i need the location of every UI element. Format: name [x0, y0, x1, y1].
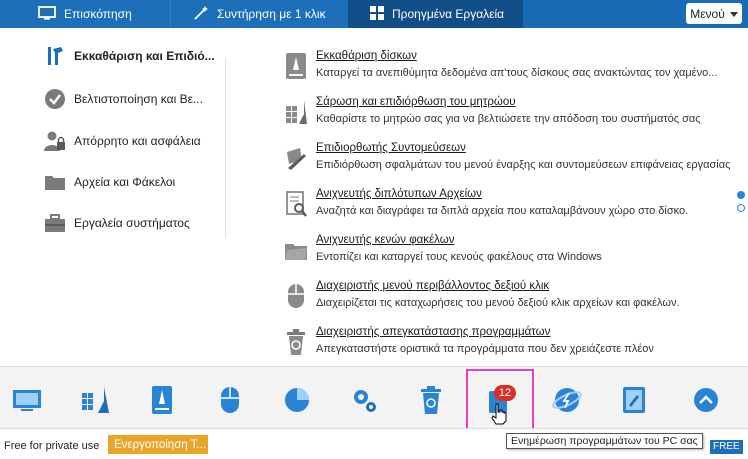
tab-advanced-tools[interactable]: Προηγμένα Εργαλεία: [348, 0, 523, 28]
tool-description: Εντοπίζει και καταργεί τους κενούς φακέλ…: [316, 251, 602, 263]
category-files-folders[interactable]: Αρχεία και Φάκελοι: [44, 170, 176, 194]
tool-title[interactable]: Σάρωση και επιδιόρθωση του μητρώου: [316, 96, 516, 108]
tab-overview-label: Επισκόπηση: [64, 7, 132, 21]
tool-description: Καταργεί τα ανεπιθύμητα δεδομένα απ'τους…: [316, 67, 718, 79]
category-privacy-label: Απόρρητο και ασφάλεια: [74, 134, 201, 148]
chevron-up-icon: [693, 387, 719, 418]
globe-icon: [552, 385, 582, 420]
privacy-icon: [44, 130, 66, 152]
category-system-label: Εργαλεία συστήματος: [74, 216, 190, 230]
update-count-badge: 12: [494, 385, 516, 401]
checkmark-icon: [44, 88, 66, 110]
dock-uninstaller[interactable]: [416, 385, 446, 420]
column-divider: [225, 58, 226, 238]
tool-description: Αναζητά και διαγράφει τα διπλά αρχεία πο…: [316, 205, 689, 217]
category-optimization[interactable]: Βελτιστοποίηση και Βε...: [44, 87, 203, 111]
pie-chart-icon: [283, 386, 311, 419]
grid-icon: [370, 5, 384, 23]
tooltip: Ενημέρωση προγραμμάτων του PC σας: [506, 433, 703, 449]
category-system-tools[interactable]: Εργαλεία συστήματος: [44, 211, 190, 235]
category-optimization-label: Βελτιστοποίηση και Βε...: [74, 92, 203, 106]
gears-icon: [349, 385, 379, 420]
cleanup-icon: [44, 45, 66, 67]
tool-title[interactable]: Διαχειριστής απεγκατάστασης προγραμμάτων: [316, 326, 550, 338]
hand-cursor-icon: [491, 403, 507, 430]
tool-description: Απεγκαταστήστε οριστικά τα προγράμματα π…: [316, 343, 654, 355]
folder-icon: [44, 171, 66, 193]
dock-settings[interactable]: [349, 387, 379, 417]
menu-button[interactable]: Μενού: [686, 3, 742, 24]
category-files-label: Αρχεία και Φάκελοι: [74, 175, 176, 189]
dock-scroll-up[interactable]: [691, 387, 721, 417]
activate-button[interactable]: Ενεργοποίηση Τ...: [108, 435, 208, 454]
tab-one-click-label: Συντήρηση με 1 κλικ: [217, 7, 326, 21]
top-bar: Επισκόπηση Συντήρηση με 1 κλικ Προηγμένα…: [0, 0, 748, 28]
pager-dot-active[interactable]: [737, 191, 745, 199]
dock-disk-analyzer[interactable]: [282, 387, 312, 417]
mouse-icon: [284, 282, 308, 310]
disk-cleanup-icon: [284, 52, 308, 80]
toolbox-icon: [44, 212, 66, 234]
free-badge: FREE: [710, 440, 743, 454]
category-cleanup[interactable]: Εκκαθάριση και Επιδιό...: [46, 44, 215, 68]
duplicate-files-icon: [284, 190, 308, 218]
tool-title[interactable]: Διαχειριστής μενού περιβάλλοντος δεξιού …: [316, 280, 549, 292]
recycle-bin-icon: [419, 385, 443, 420]
tool-title[interactable]: Ανιχνευτής κενών φακέλων: [316, 234, 454, 246]
empty-folder-icon: [284, 236, 308, 264]
category-privacy[interactable]: Απόρρητο και ασφάλεια: [44, 129, 201, 153]
tab-overview[interactable]: Επισκόπηση: [0, 0, 170, 28]
dock-registry[interactable]: [80, 385, 110, 420]
tool-title[interactable]: Επιδιορθωτής Συντομεύσεων: [316, 142, 466, 154]
tool-title[interactable]: Ανιχνευτής διπλότυπων Αρχείων: [316, 188, 482, 200]
magic-wand-icon: [193, 5, 209, 24]
monitor-icon: [38, 5, 56, 23]
tab-one-click-maintenance[interactable]: Συντήρηση με 1 κλικ: [170, 0, 348, 28]
tool-title[interactable]: Εκκαθάριση δίσκων: [316, 50, 417, 62]
dock-internet[interactable]: [552, 387, 582, 417]
shortcut-icon: [284, 144, 308, 172]
disk-icon: [150, 385, 174, 420]
tool-description: Διαχειρίζεται τις καταχωρήσεις του μενού…: [316, 297, 680, 309]
dock-monitor[interactable]: [12, 387, 42, 417]
dock-disk[interactable]: [147, 385, 177, 420]
pager-dot[interactable]: [737, 204, 745, 212]
category-cleanup-label: Εκκαθάριση και Επιδιό...: [74, 49, 215, 63]
registry-broom-icon: [80, 385, 110, 420]
dock-mouse[interactable]: [215, 385, 245, 420]
mouse-icon: [219, 385, 241, 420]
monitor-icon: [12, 388, 42, 417]
recycle-bin-icon: [284, 328, 308, 356]
license-status: Free for private use: [4, 440, 100, 452]
bottom-toolbar: [0, 366, 748, 428]
tab-advanced-label: Προηγμένα Εργαλεία: [392, 7, 505, 21]
dock-book[interactable]: [619, 385, 649, 420]
menu-label: Μενού: [690, 6, 725, 21]
tool-description: Επιδιόρθωση σφαλμάτων του μενού έναρξης …: [316, 159, 731, 171]
main-content: Εκκαθάριση και Επιδιό... Βελτιστοποίηση …: [0, 28, 748, 366]
tool-description: Καθαρίστε το μητρώο σας για να βελτιώσετ…: [316, 113, 701, 125]
chevron-down-icon: [729, 7, 738, 21]
book-icon: [621, 385, 647, 420]
registry-icon: [284, 98, 308, 126]
